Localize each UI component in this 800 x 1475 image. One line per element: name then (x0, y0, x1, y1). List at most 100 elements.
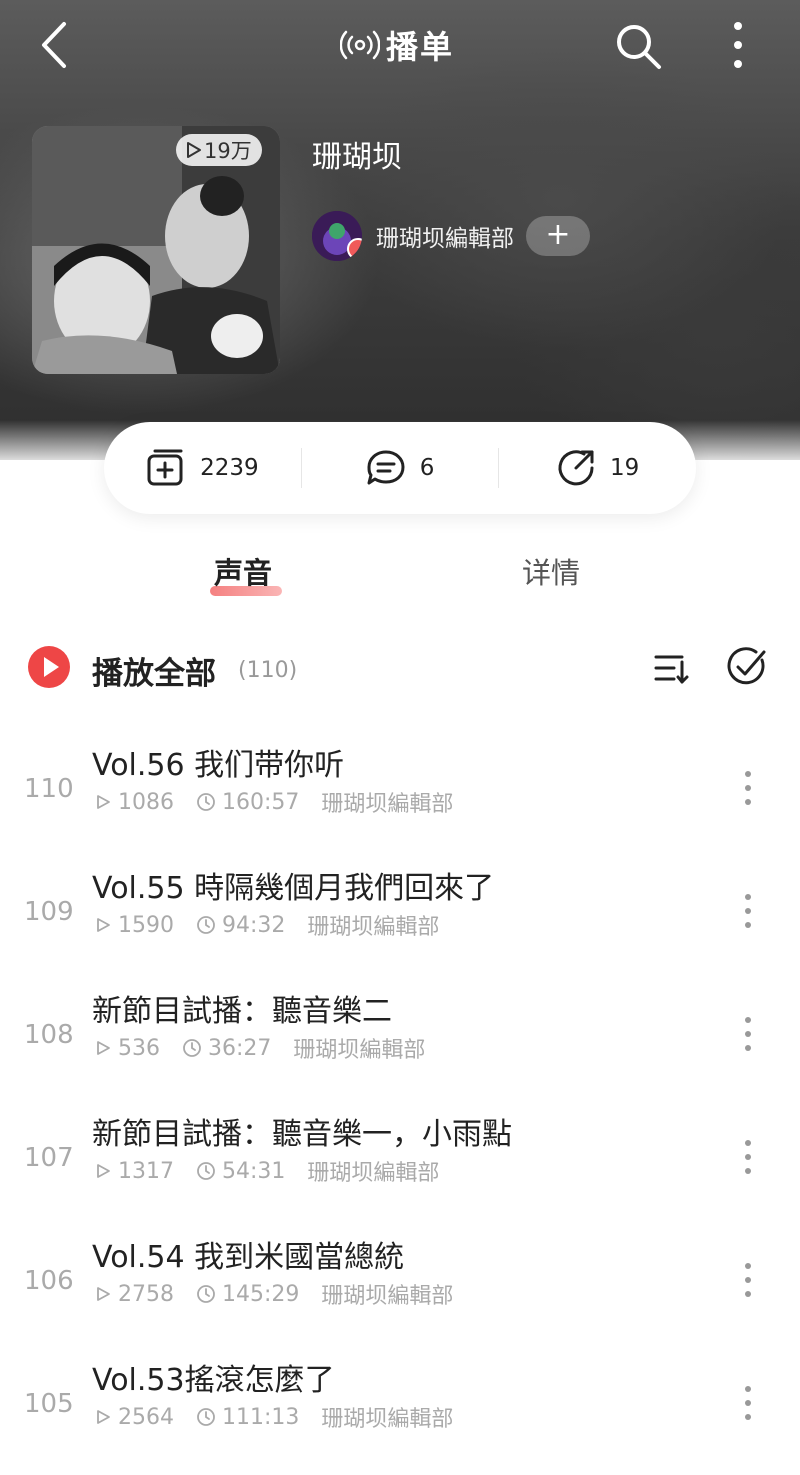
vertical-dots-icon (745, 1263, 751, 1297)
track-meta: 1317 54:31 珊瑚坝編輯部 (94, 1155, 461, 1187)
play-count-badge: 19万 (176, 134, 262, 166)
clock-icon (183, 1039, 201, 1057)
track-number: 110 (24, 774, 74, 804)
track-number: 108 (24, 1020, 74, 1050)
duration-value: 54:31 (222, 1158, 286, 1184)
play-icon (44, 657, 59, 677)
play-outline-icon (187, 142, 201, 158)
page-title: 播单 (340, 22, 454, 68)
clock-icon (197, 916, 215, 934)
track-number: 106 (24, 1266, 74, 1296)
clock-icon (197, 1162, 215, 1180)
tab-details[interactable]: 详情 (522, 550, 580, 592)
duration-value: 160:57 (222, 789, 300, 815)
verified-badge-icon (347, 238, 362, 260)
subscribe-button[interactable]: 2239 (104, 448, 301, 488)
track-title[interactable]: 新節目試播：聽音樂一，小雨點 (92, 1109, 512, 1153)
track-row[interactable]: 109 Vol.55 時隔幾個月我們回來了 1590 94:32 珊瑚坝編輯部 (0, 863, 800, 983)
search-icon (617, 25, 661, 69)
album-title: 珊瑚坝 (312, 140, 402, 175)
track-plays: 1086 (94, 790, 174, 815)
track-duration: 94:32 (196, 913, 285, 938)
track-count: (110) (238, 658, 298, 683)
track-title[interactable]: Vol.53搖滾怎麼了 (92, 1355, 335, 1399)
back-button[interactable] (34, 20, 78, 70)
chevron-left-icon (42, 22, 66, 68)
track-number: 107 (24, 1143, 74, 1173)
author-avatar[interactable] (312, 211, 362, 261)
play-all-row: 播放全部 (110) (0, 640, 800, 696)
clock-icon (197, 1285, 215, 1303)
play-outline-icon (97, 1164, 110, 1178)
track-row[interactable]: 108 新節目試播：聽音樂二 536 36:27 珊瑚坝編輯部 (0, 986, 800, 1106)
track-more-button[interactable] (736, 1383, 760, 1423)
sort-icon (654, 655, 689, 684)
clock-icon (197, 1408, 215, 1426)
sort-button[interactable] (652, 648, 692, 688)
page-title-text: 播单 (386, 28, 455, 66)
comment-icon (367, 450, 405, 485)
track-title[interactable]: Vol.56 我们带你听 (92, 740, 344, 784)
play-count-value: 536 (118, 1035, 160, 1061)
track-row[interactable]: 105 Vol.53搖滾怎麼了 2564 111:13 珊瑚坝編輯部 (0, 1355, 800, 1475)
play-count: 19万 (204, 139, 252, 163)
track-more-button[interactable] (736, 768, 760, 808)
play-count-value: 1086 (118, 789, 174, 815)
author-name[interactable]: 珊瑚坝編輯部 (376, 219, 514, 253)
track-number: 105 (24, 1389, 74, 1419)
track-author: 珊瑚坝編輯部 (293, 1038, 426, 1063)
add-collection-icon (147, 449, 183, 486)
vertical-dots-icon (745, 771, 751, 805)
search-button[interactable] (612, 20, 664, 72)
track-plays: 1590 (94, 913, 174, 938)
play-all-label[interactable]: 播放全部 (92, 648, 216, 693)
author-row: 珊瑚坝編輯部 + (312, 210, 590, 262)
track-meta: 1590 94:32 珊瑚坝編輯部 (94, 909, 461, 941)
track-author: 珊瑚坝編輯部 (307, 915, 440, 940)
share-button[interactable]: 19 (499, 448, 696, 488)
track-duration: 36:27 (182, 1036, 271, 1061)
follow-button[interactable]: + (526, 216, 590, 256)
track-duration: 145:29 (196, 1282, 299, 1307)
play-outline-icon (97, 1041, 110, 1055)
track-author: 珊瑚坝編輯部 (321, 1284, 454, 1309)
track-duration: 111:13 (196, 1405, 299, 1430)
clock-icon (197, 793, 215, 811)
more-options-button[interactable] (722, 20, 754, 72)
share-count: 19 (610, 455, 640, 481)
duration-value: 36:27 (208, 1035, 272, 1061)
track-title[interactable]: Vol.55 時隔幾個月我們回來了 (92, 863, 494, 907)
track-more-button[interactable] (736, 1260, 760, 1300)
play-outline-icon (97, 1410, 110, 1424)
duration-value: 145:29 (222, 1281, 300, 1307)
play-outline-icon (97, 795, 110, 809)
track-row[interactable]: 110 Vol.56 我们带你听 1086 160:57 珊瑚坝編輯部 (0, 740, 800, 860)
play-all-button[interactable] (28, 646, 70, 688)
comments-button[interactable]: 6 (302, 448, 499, 488)
track-title[interactable]: 新節目試播：聽音樂二 (92, 986, 392, 1030)
vertical-dots-icon (745, 1017, 751, 1051)
track-duration: 160:57 (196, 790, 299, 815)
track-plays: 1317 (94, 1159, 174, 1184)
batch-select-button[interactable] (726, 646, 768, 688)
vertical-dots-icon (745, 1140, 751, 1174)
track-meta: 2564 111:13 珊瑚坝編輯部 (94, 1401, 475, 1433)
track-row[interactable]: 106 Vol.54 我到米國當總統 2758 145:29 珊瑚坝編輯部 (0, 1232, 800, 1352)
track-plays: 2758 (94, 1282, 174, 1307)
play-count-value: 2758 (118, 1281, 174, 1307)
track-more-button[interactable] (736, 891, 760, 931)
track-row[interactable]: 107 新節目試播：聽音樂一，小雨點 1317 54:31 珊瑚坝編輯部 (0, 1109, 800, 1229)
tab-sounds[interactable]: 声音 (214, 550, 272, 592)
track-author: 珊瑚坝編輯部 (321, 1407, 454, 1432)
broadcast-icon (340, 30, 380, 60)
play-outline-icon (97, 1287, 110, 1301)
vertical-dots-icon (734, 22, 742, 68)
track-title[interactable]: Vol.54 我到米國當總統 (92, 1232, 404, 1276)
track-meta: 2758 145:29 珊瑚坝編輯部 (94, 1278, 475, 1310)
track-more-button[interactable] (736, 1137, 760, 1177)
check-circle-icon (727, 647, 766, 685)
track-meta: 536 36:27 珊瑚坝編輯部 (94, 1032, 447, 1064)
track-more-button[interactable] (736, 1014, 760, 1054)
track-number: 109 (24, 897, 74, 927)
track-duration: 54:31 (196, 1159, 285, 1184)
